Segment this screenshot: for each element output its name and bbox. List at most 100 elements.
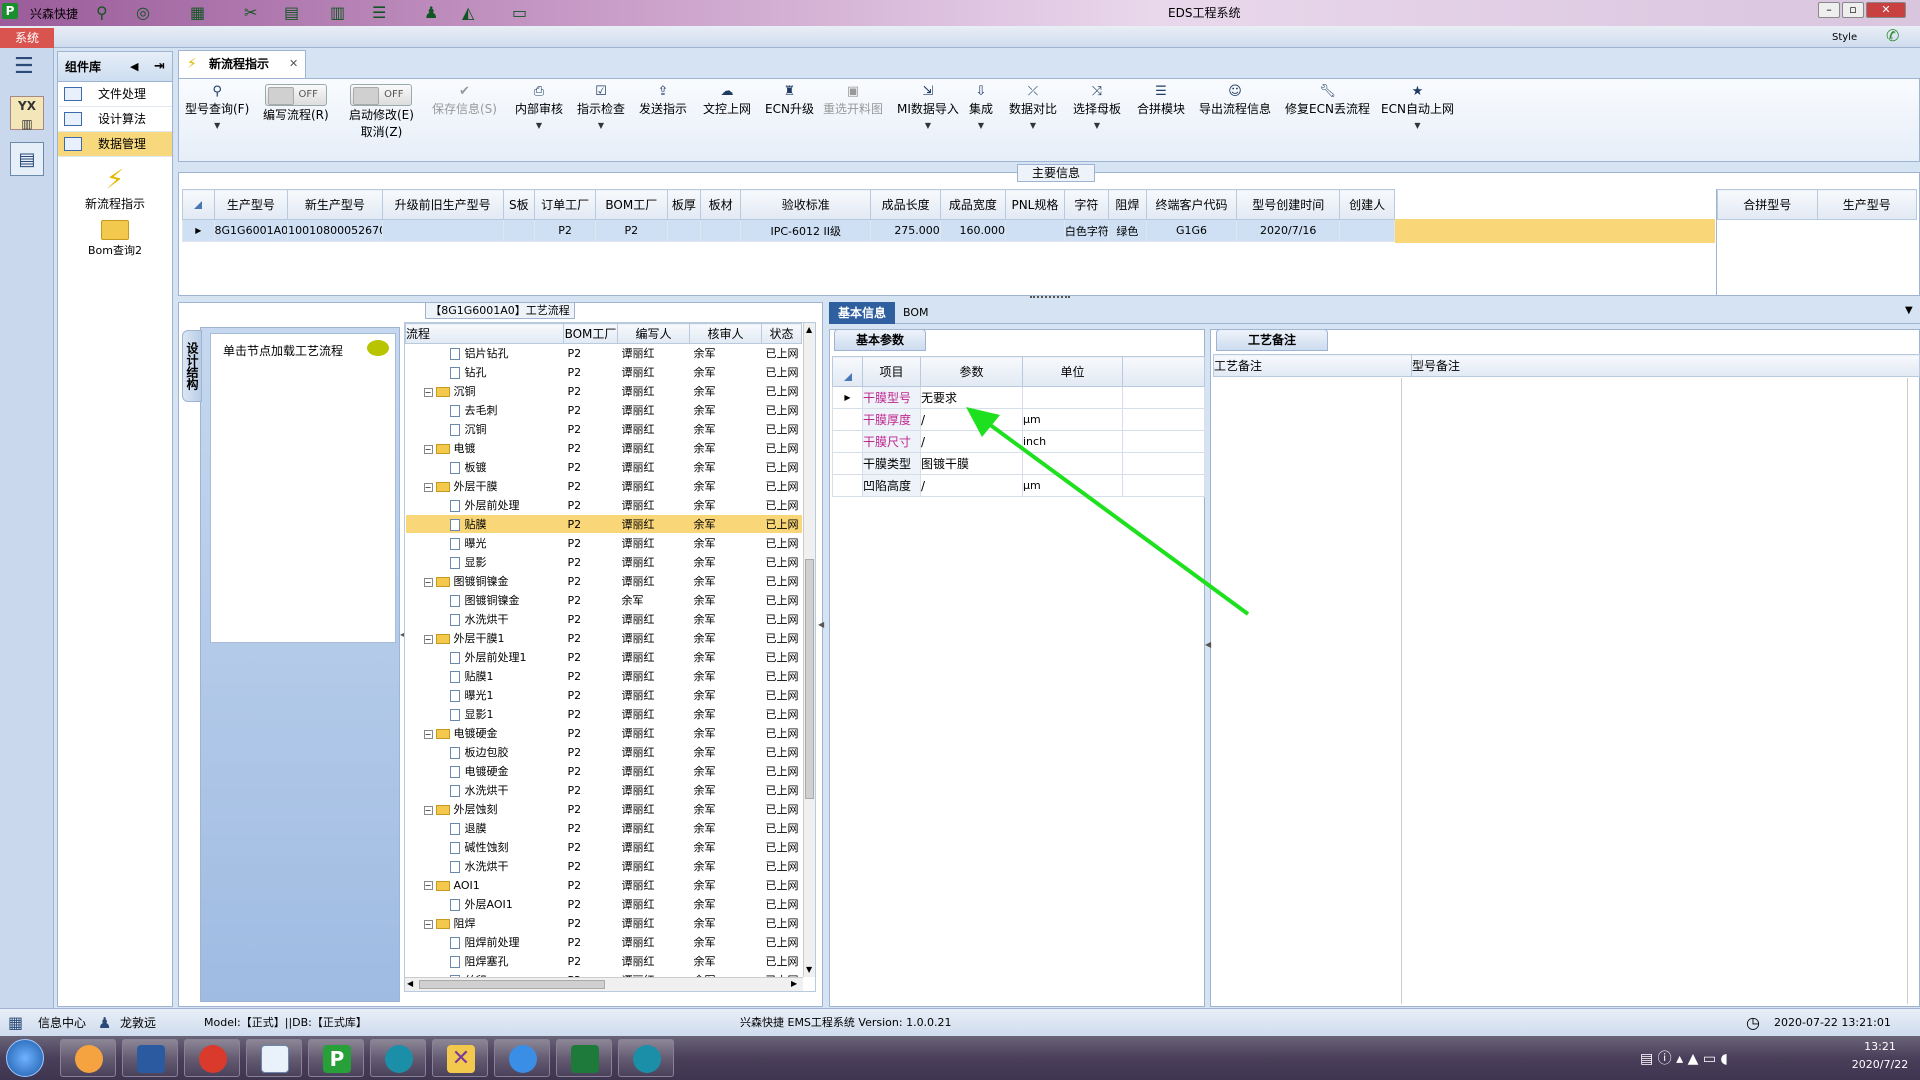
collapse-icon[interactable]: − xyxy=(423,881,433,890)
tree-row[interactable]: 显影 P2 谭丽红 余军 已上网 xyxy=(405,552,802,572)
tree-cell-factory[interactable]: P2 xyxy=(563,894,618,914)
tree-cell-factory[interactable]: P2 xyxy=(563,495,618,515)
tree-cell-status[interactable]: 已上网 xyxy=(761,780,802,800)
tree-cell-factory[interactable]: P2 xyxy=(563,932,618,952)
taskbar-app-shell[interactable] xyxy=(60,1039,116,1077)
tree-row[interactable]: 外层前处理 P2 谭丽红 余军 已上网 xyxy=(405,495,802,515)
tree-cell-checker[interactable]: 余军 xyxy=(689,647,762,667)
area-chart-icon[interactable]: ◭ xyxy=(462,3,474,22)
tree-row[interactable]: 钻孔 P2 谭丽红 余军 已上网 xyxy=(405,362,802,382)
instruction-check-button[interactable]: ☑ 指示检查 ▼ xyxy=(577,84,625,130)
tree-cell-checker[interactable]: 余军 xyxy=(689,837,762,857)
tree-node[interactable]: 外层前处理1 xyxy=(405,647,564,667)
minimize-button[interactable]: – xyxy=(1818,2,1840,18)
tree-cell-writer[interactable]: 谭丽红 xyxy=(617,647,690,667)
chevron-down-icon[interactable]: ▼ xyxy=(1905,305,1913,316)
tree-node[interactable]: 板边包胶 xyxy=(405,742,564,762)
tree-cell-status[interactable]: 已上网 xyxy=(761,628,802,648)
tree-cell-factory[interactable]: P2 xyxy=(563,875,618,895)
tree-node[interactable]: − 外层干膜1 xyxy=(405,628,564,648)
taskbar-app-red[interactable] xyxy=(184,1039,240,1077)
tree-row[interactable]: 曝光1 P2 谭丽红 余军 已上网 xyxy=(405,685,802,705)
table-cell[interactable]: 275.000 xyxy=(870,219,941,242)
internal-review-button[interactable]: ⎙ 内部审核 ▼ xyxy=(515,84,563,130)
tree-node[interactable]: 图镀铜镍金 xyxy=(405,590,564,610)
search-icon[interactable]: ⚲ xyxy=(96,3,108,22)
tree-node[interactable]: 显影1 xyxy=(405,704,564,724)
tree-cell-status[interactable]: 已上网 xyxy=(761,856,802,876)
table-cell[interactable] xyxy=(502,219,536,242)
column-header[interactable]: 创建人 xyxy=(1339,189,1395,220)
tree-cell-checker[interactable]: 余军 xyxy=(689,894,762,914)
tree-node[interactable]: 退膜 xyxy=(405,818,564,838)
tree-node[interactable]: 钻孔 xyxy=(405,362,564,382)
tree-cell-writer[interactable]: 谭丽红 xyxy=(617,761,690,781)
tree-row[interactable]: 板边包胶 P2 谭丽红 余军 已上网 xyxy=(405,742,802,762)
tree-cell-writer[interactable]: 谭丽红 xyxy=(617,704,690,724)
scroll-down-icon[interactable]: ▼ xyxy=(806,965,812,974)
column-header[interactable]: 阻焊 xyxy=(1107,189,1147,220)
tree-row[interactable]: 电镀硬金 P2 谭丽红 余军 已上网 xyxy=(405,761,802,781)
tab-new-process[interactable]: ⚡ 新流程指示 ✕ xyxy=(178,50,306,78)
tree-cell-status[interactable]: 已上网 xyxy=(761,913,802,933)
tree-cell-status[interactable]: 已上网 xyxy=(761,495,802,515)
tab-bom[interactable]: BOM xyxy=(903,306,929,319)
column-header[interactable]: 成品长度 xyxy=(870,189,941,220)
dropdown-arrow-icon[interactable]: ▼ xyxy=(897,121,959,130)
tree-row[interactable]: 铝片钻孔 P2 谭丽红 余军 已上网 xyxy=(405,343,802,363)
tree-cell-factory[interactable]: P2 xyxy=(563,837,618,857)
tree-row[interactable]: 阻焊前处理 P2 谭丽红 余军 已上网 xyxy=(405,932,802,952)
tree-cell-writer[interactable]: 谭丽红 xyxy=(617,780,690,800)
tree-cell-writer[interactable]: 谭丽红 xyxy=(617,913,690,933)
tree-cell-checker[interactable]: 余军 xyxy=(689,552,762,572)
tree-row[interactable]: − 外层蚀刻 P2 谭丽红 余军 已上网 xyxy=(405,799,802,819)
tree-node[interactable]: 水洗烘干 xyxy=(405,780,564,800)
library-item-file-processing[interactable]: 文件处理 xyxy=(58,82,172,107)
tree-row[interactable]: 沉铜 P2 谭丽红 余军 已上网 xyxy=(405,419,802,439)
cancel-label[interactable]: 取消(Z) xyxy=(361,125,403,139)
tree-cell-writer[interactable]: 谭丽红 xyxy=(617,609,690,629)
column-header[interactable]: 合拼型号 xyxy=(1717,189,1818,220)
tree-row[interactable]: 阻焊塞孔 P2 谭丽红 余军 已上网 xyxy=(405,951,802,971)
param-item[interactable]: 干膜类型 xyxy=(862,452,921,475)
chart-icon[interactable]: ▥ xyxy=(330,3,345,22)
tree-node[interactable]: 沉铜 xyxy=(405,419,564,439)
yx-module-icon[interactable]: YX ▥ xyxy=(10,96,44,131)
collapse-icon[interactable]: − xyxy=(423,482,433,492)
tree-cell-writer[interactable]: 谭丽红 xyxy=(617,628,690,648)
tree-node[interactable]: 显影 xyxy=(405,552,564,572)
collapse-icon[interactable]: − xyxy=(423,387,433,397)
start-modify-toggle[interactable]: OFF 启动修改(E) 取消(Z) xyxy=(349,84,414,140)
tree-cell-checker[interactable]: 余军 xyxy=(689,590,762,610)
tree-cell-status[interactable]: 已上网 xyxy=(761,457,802,477)
tree-cell-writer[interactable]: 谭丽红 xyxy=(617,495,690,515)
column-header[interactable]: BOM工厂 xyxy=(595,189,668,220)
tree-cell-checker[interactable]: 余军 xyxy=(689,381,762,401)
splitter-handle[interactable] xyxy=(1030,296,1070,300)
column-header[interactable]: 项目 xyxy=(862,356,921,387)
tree-cell-checker[interactable]: 余军 xyxy=(689,666,762,686)
tree-node[interactable]: 水洗烘干 xyxy=(405,856,564,876)
window-icon[interactable]: ▭ xyxy=(512,3,527,22)
tree-cell-writer[interactable]: 谭丽红 xyxy=(617,362,690,382)
tree-cell-status[interactable]: 已上网 xyxy=(761,951,802,971)
table-cell[interactable]: 160.000 xyxy=(939,219,1006,242)
tree-row[interactable]: − 图镀铜镍金 P2 谭丽红 余军 已上网 xyxy=(405,571,802,591)
tree-cell-status[interactable]: 已上网 xyxy=(761,818,802,838)
tree-cell-status[interactable]: 已上网 xyxy=(761,761,802,781)
tree-cell-factory[interactable]: P2 xyxy=(563,457,618,477)
pin-icon[interactable]: ⇥ xyxy=(154,52,165,82)
tree-cell-checker[interactable]: 余军 xyxy=(689,723,762,743)
table-cell[interactable] xyxy=(1339,219,1395,242)
tree-cell-writer[interactable]: 余军 xyxy=(617,590,690,610)
column-header[interactable]: 编写人 xyxy=(617,323,690,344)
tree-cell-writer[interactable]: 谭丽红 xyxy=(617,951,690,971)
tree-cell-status[interactable]: 已上网 xyxy=(761,590,802,610)
data-compare-button[interactable]: ⤫ 数据对比 ▼ xyxy=(1009,84,1057,130)
tree-node[interactable]: − 电镀硬金 xyxy=(405,723,564,743)
integration-button[interactable]: ⇩ 集成 ▼ xyxy=(969,84,993,130)
tree-cell-factory[interactable]: P2 xyxy=(563,723,618,743)
tree-cell-status[interactable]: 已上网 xyxy=(761,552,802,572)
column-header[interactable]: 生产型号 xyxy=(213,189,289,220)
tree-cell-writer[interactable]: 谭丽红 xyxy=(617,381,690,401)
